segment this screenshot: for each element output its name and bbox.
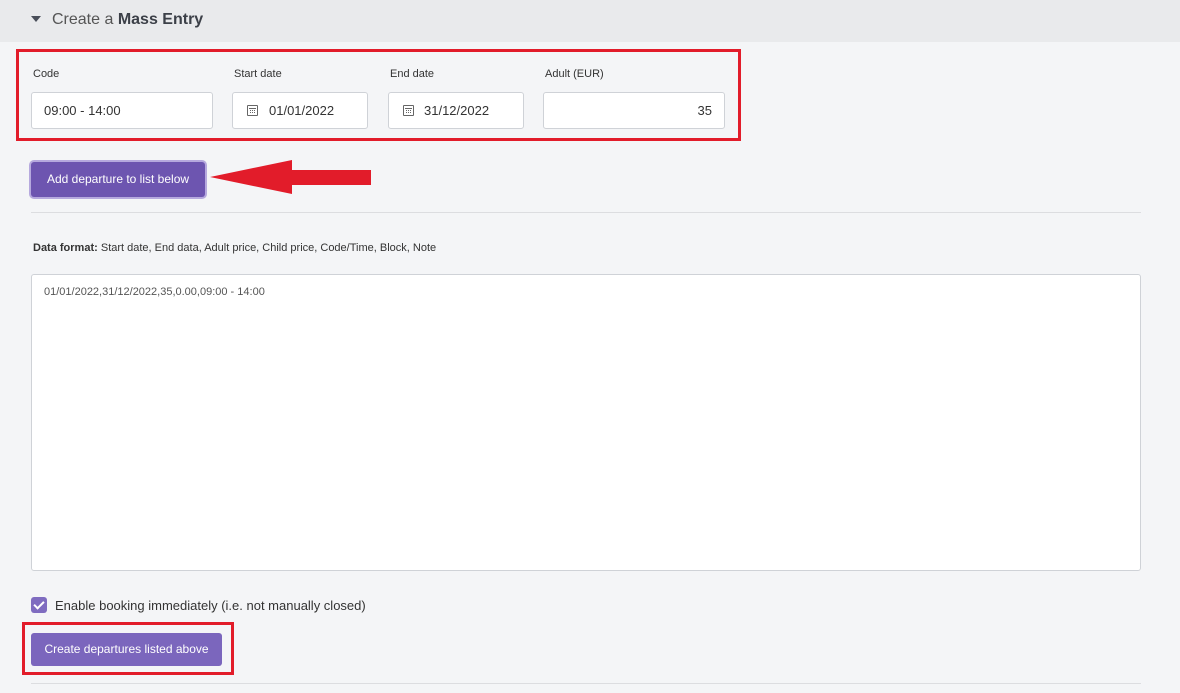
title-bold: Mass Entry [117, 11, 204, 28]
calendar-icon [247, 105, 258, 116]
start-date-label: Start date [234, 68, 282, 80]
adult-price-value: 35 [697, 103, 712, 118]
adult-price-input[interactable]: 35 [543, 92, 725, 129]
create-departures-button[interactable]: Create departures listed above [31, 633, 222, 666]
start-date-input[interactable]: 01/01/2022 [232, 92, 368, 129]
end-date-value: 31/12/2022 [424, 103, 490, 118]
adult-price-label: Adult (EUR) [545, 68, 604, 80]
enable-booking-checkbox[interactable] [31, 597, 47, 613]
code-label: Code [33, 68, 60, 80]
divider [31, 683, 1141, 684]
mass-entry-section-header[interactable]: Create a Mass Entry [0, 0, 1180, 42]
code-value: 09:00 - 14:00 [44, 103, 121, 118]
textarea-content: 01/01/2022,31/12/2022,35,0.00,09:00 - 14… [44, 286, 265, 298]
mass-entry-textarea[interactable]: 01/01/2022,31/12/2022,35,0.00,09:00 - 14… [31, 274, 1141, 571]
end-date-input[interactable]: 31/12/2022 [388, 92, 524, 129]
calendar-icon [403, 105, 414, 116]
divider [31, 212, 1141, 213]
start-date-value: 01/01/2022 [269, 103, 335, 118]
data-format-text: Start date, End data, Adult price, Child… [100, 242, 437, 254]
caret-down-icon[interactable] [31, 16, 41, 22]
data-format-hint: Data format: Start date, End data, Adult… [33, 242, 436, 254]
add-departure-button[interactable]: Add departure to list below [31, 162, 205, 197]
data-format-label: Data format: [33, 242, 98, 254]
section-title: Create a Mass Entry [52, 11, 203, 29]
enable-booking-label[interactable]: Enable booking immediately (i.e. not man… [55, 598, 366, 613]
end-date-label: End date [390, 68, 435, 80]
code-input[interactable]: 09:00 - 14:00 [31, 92, 213, 129]
title-prefix: Create a [52, 11, 114, 28]
annotation-arrow [210, 160, 371, 194]
